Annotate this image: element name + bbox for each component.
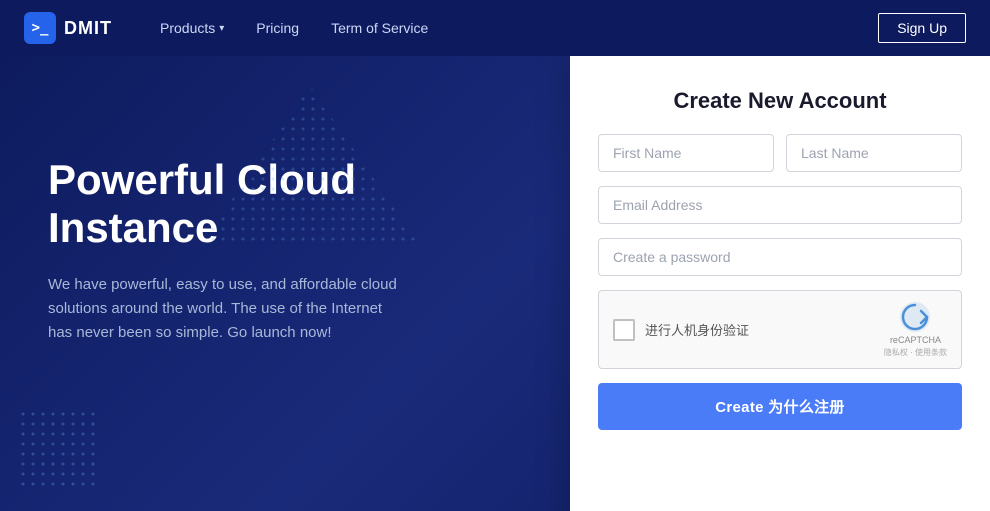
nav-links: Products ▾ Pricing Term of Service <box>144 0 878 56</box>
first-name-input[interactable] <box>598 134 774 172</box>
bottom-left-decoration <box>20 411 100 491</box>
nav-tos[interactable]: Term of Service <box>315 0 444 56</box>
nav-products[interactable]: Products ▾ <box>144 0 240 56</box>
chevron-down-icon: ▾ <box>219 23 224 34</box>
nav-pricing[interactable]: Pricing <box>240 0 315 56</box>
logo-icon: >_ <box>24 12 56 44</box>
recaptcha-logo-icon <box>899 301 931 333</box>
email-input[interactable] <box>598 186 962 224</box>
logo-text: DMIT <box>64 18 112 39</box>
last-name-input[interactable] <box>786 134 962 172</box>
hero-subtitle: We have powerful, easy to use, and affor… <box>48 273 408 345</box>
name-row <box>598 134 962 172</box>
recaptcha-privacy: 隐私权 · 使用条款 <box>884 347 947 358</box>
registration-card: Create New Account 进行人机身份验证 reCAPTCHA <box>570 56 990 511</box>
logo[interactable]: >_ DMIT <box>24 12 112 44</box>
card-title: Create New Account <box>598 88 962 114</box>
recaptcha-brand: reCAPTCHA <box>890 335 941 345</box>
navbar: >_ DMIT Products ▾ Pricing Term of Servi… <box>0 0 990 56</box>
recaptcha-label: 进行人机身份验证 <box>645 320 749 339</box>
create-account-button[interactable]: Create 为什么注册 <box>598 383 962 430</box>
recaptcha-checkbox[interactable] <box>613 319 635 341</box>
signup-button[interactable]: Sign Up <box>878 13 966 43</box>
password-input[interactable] <box>598 238 962 276</box>
hero-section: Powerful Cloud Instance We have powerful… <box>0 56 990 511</box>
mountain-decoration <box>200 76 420 256</box>
recaptcha-widget[interactable]: 进行人机身份验证 reCAPTCHA 隐私权 · 使用条款 <box>598 290 962 369</box>
